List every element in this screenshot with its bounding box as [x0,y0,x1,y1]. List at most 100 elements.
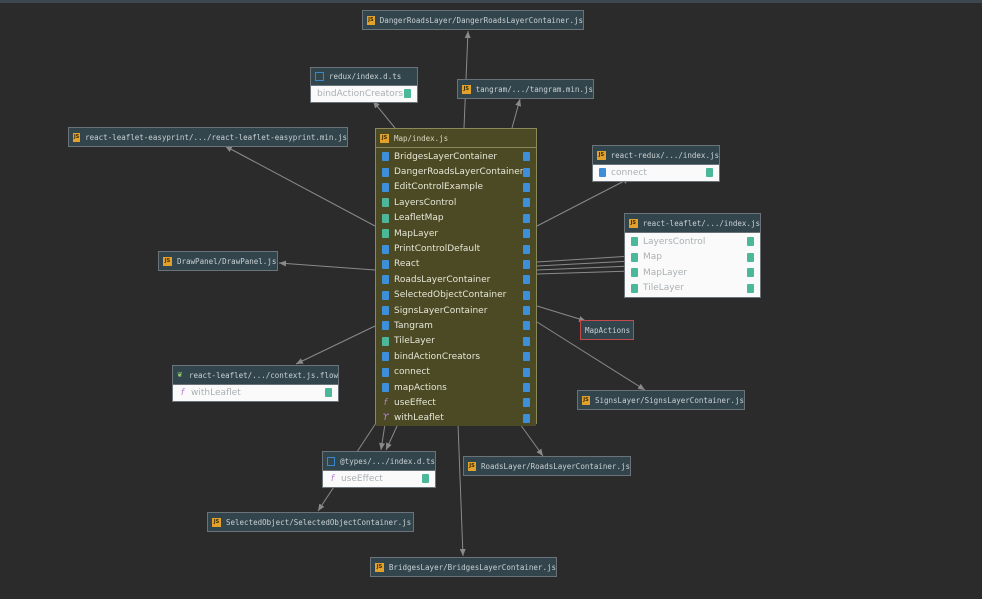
ts-file-icon [315,72,324,81]
file-icon [631,252,638,262]
file-icon [523,383,530,393]
file-icon [631,283,638,293]
js-file-icon: JS [597,150,606,160]
member-row[interactable]: mapActions [376,380,536,395]
edge-to-types-2 [385,423,399,451]
node-title: tangram/.../tangram.min.js [475,84,593,94]
member-row[interactable]: f useEffect [376,395,536,410]
member-row[interactable]: f useEffect [323,471,435,487]
node-react-redux[interactable]: JS react-redux/.../index.js connect [592,145,720,182]
node-redux-index[interactable]: redux/index.d.ts bindActionCreators [310,67,418,103]
file-icon [523,352,530,362]
member-label: withLeaflet [191,387,241,398]
file-icon [382,383,389,393]
member-row[interactable]: ϒwithLeaflet [376,411,536,426]
file-icon [382,167,389,177]
node-easyprint[interactable]: JS react-leaflet-easyprint/.../react-leaf… [68,127,348,147]
node-map-index[interactable]: JS Map/index.js BridgesLayerContainer Dang… [375,128,537,427]
node-title: Map/index.js [394,133,449,143]
member-row[interactable]: EditControlExample [376,180,536,195]
member-row[interactable]: DangerRoadsLayerContainer [376,164,536,179]
file-icon [382,275,389,285]
node-bridges-container[interactable]: JS BridgesLayer/BridgesLayerContainer.js [370,557,557,577]
file-icon [523,398,530,408]
node-mapactions[interactable]: MapActions [580,320,634,340]
member-row[interactable]: SelectedObjectContainer [376,288,536,303]
member-row[interactable]: TileLayer [376,334,536,349]
member-row[interactable]: LayersControl [376,195,536,210]
edge-to-reactleaflet-2 [536,258,633,267]
file-icon [382,182,389,192]
edge-to-reactredux [536,177,631,227]
member-row[interactable]: f withLeaflet [173,385,338,401]
edge-to-tangram [511,98,522,129]
node-selected-container[interactable]: JS SelectedObject/SelectedObjectContainer… [207,512,414,532]
file-icon [523,275,530,285]
member-row[interactable]: MapLayer [625,265,760,281]
member-row[interactable]: SignsLayerContainer [376,303,536,318]
node-react-leaflet[interactable]: JS react-leaflet/.../index.js LayersContr… [624,213,761,298]
file-icon [523,306,530,316]
member-label: LayersControl [394,197,457,208]
member-row[interactable]: Tangram [376,318,536,333]
member-label: withLeaflet [394,413,444,424]
member-row[interactable]: BridgesLayerContainer [376,149,536,164]
member-label: DangerRoadsLayerContainer [394,167,524,178]
file-icon [599,168,606,178]
file-icon [747,283,754,293]
file-icon [523,259,530,269]
js-file-icon: JS [462,84,471,94]
file-icon [523,198,530,208]
member-row[interactable]: MapLayer [376,226,536,241]
member-row[interactable]: TileLayer [625,281,760,297]
member-row[interactable]: PrintControlDefault [376,241,536,256]
member-row[interactable]: bindActionCreators [311,86,417,102]
node-roads-container[interactable]: JS RoadsLayer/RoadsLayerContainer.js [463,456,631,476]
member-label: TileLayer [394,336,435,347]
file-icon [747,237,754,247]
member-row[interactable]: LayersControl [625,234,760,250]
node-tangram[interactable]: JS tangram/.../tangram.min.js [457,79,594,99]
node-danger-roads-container[interactable]: JS DangerRoadsLayer/DangerRoadsLayerConta… [362,10,584,30]
node-drawpanel[interactable]: JS DrawPanel/DrawPanel.js [158,251,278,271]
node-title: BridgesLayer/BridgesLayerContainer.js [388,562,556,572]
js-file-icon: JS [163,256,172,266]
variable-function-icon: ϒ [382,413,389,424]
file-icon [382,259,389,269]
node-title: react-leaflet-easyprint/.../react-leafle… [85,132,347,142]
member-row[interactable]: bindActionCreators [376,349,536,364]
node-signs-container[interactable]: JS SignsLayer/SignsLayerContainer.js [577,390,745,410]
member-row[interactable]: React [376,257,536,272]
node-context-flow[interactable]: ❦ react-leaflet/.../context.js.flow f with… [172,365,339,402]
node-title: @types/.../index.d.ts [340,456,435,466]
member-label: connect [611,167,647,178]
js-file-icon: JS [468,461,476,471]
file-icon [382,198,389,208]
file-icon [382,244,389,254]
node-types-index[interactable]: @types/.../index.d.ts f useEffect [322,451,436,488]
js-file-icon: JS [73,132,81,142]
member-label: EditControlExample [394,182,484,193]
function-icon: f [180,387,185,398]
edge-to-reactleaflet-3 [536,263,633,271]
member-row[interactable]: connect [593,165,719,181]
file-icon [523,336,530,346]
node-title: react-leaflet/.../index.js [642,218,760,228]
member-row[interactable]: RoadsLayerContainer [376,272,536,287]
member-label: Tangram [394,320,433,331]
member-label: MapLayer [643,267,688,278]
node-title: SignsLayer/SignsLayerContainer.js [594,395,744,405]
member-label: LeafletMap [394,213,444,224]
file-icon [523,213,530,223]
member-row[interactable]: LeafletMap [376,211,536,226]
edge-to-types-1 [379,423,386,451]
member-row[interactable]: connect [376,364,536,379]
file-icon [422,474,429,484]
file-icon [523,413,530,423]
file-icon [523,367,530,377]
file-icon [382,229,389,239]
flow-file-icon: ❦ [177,370,183,380]
js-file-icon: JS [629,218,638,228]
member-row[interactable]: Map [625,250,760,266]
member-label: SelectedObjectContainer [394,290,507,301]
